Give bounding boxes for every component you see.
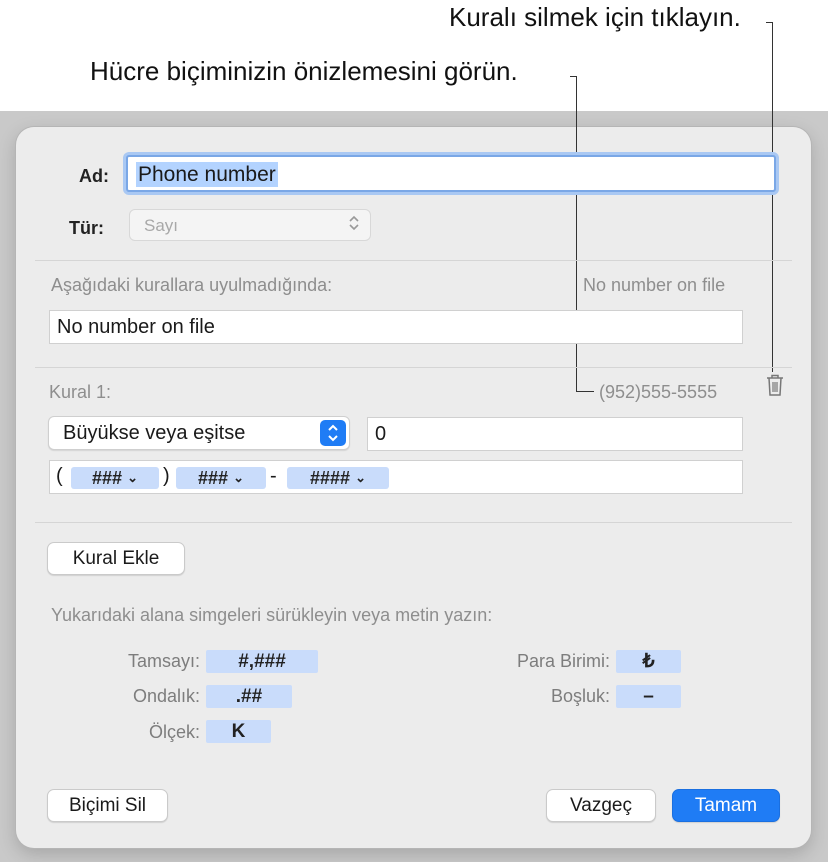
format-dash: -	[270, 465, 277, 487]
chevron-down-icon: ⌄	[355, 470, 366, 485]
scale-token[interactable]: K	[206, 720, 271, 743]
section-divider	[35, 260, 792, 261]
decimal-token[interactable]: .##	[206, 685, 292, 708]
format-token-area[interactable]: ### ⌄	[71, 467, 159, 489]
ok-button[interactable]: Tamam	[672, 789, 780, 822]
space-label: Boşluk:	[550, 686, 610, 706]
currency-token[interactable]: ₺	[616, 650, 681, 673]
preview-callout: Hücre biçiminizin önizlemesini görün.	[90, 56, 518, 86]
format-token-label: ####	[310, 468, 351, 488]
rule-1-label: Kural 1:	[49, 382, 112, 402]
chevron-down-icon: ⌄	[233, 470, 244, 485]
name-label: Ad:	[79, 166, 109, 186]
rule-condition-value: Büyükse veya eşitse	[63, 422, 246, 444]
section-divider	[35, 367, 792, 368]
symbols-hint: Yukarıdaki alana simgeleri sürükleyin ve…	[51, 605, 493, 625]
add-rule-button[interactable]: Kural Ekle	[47, 542, 185, 575]
fallback-label: Aşağıdaki kurallara uyulmadığında:	[51, 275, 333, 295]
format-token-prefix[interactable]: ### ⌄	[176, 467, 266, 489]
name-field[interactable]: Phone number	[126, 155, 776, 192]
up-down-chevron-icon	[320, 420, 346, 446]
integer-label: Tamsayı:	[127, 651, 200, 671]
format-token-label: ###	[198, 468, 229, 488]
rule-condition-popup[interactable]: Büyükse veya eşitse	[48, 416, 350, 450]
currency-label: Para Birimi:	[516, 651, 610, 671]
rule-1-preview: (952)555-5555	[599, 382, 718, 402]
cancel-button[interactable]: Vazgeç	[546, 789, 656, 822]
delete-callout-leader-tick	[766, 22, 773, 23]
rule-condition-number: 0	[375, 423, 387, 445]
section-divider	[35, 522, 792, 523]
type-label: Tür:	[69, 218, 104, 238]
integer-token[interactable]: #,###	[206, 650, 318, 673]
chevron-down-icon: ⌄	[127, 470, 138, 485]
fallback-text-value: No number on file	[57, 316, 215, 338]
format-token-label: ###	[92, 468, 123, 488]
scale-label: Ölçek:	[148, 722, 200, 742]
preview-callout-leader-foot	[576, 391, 594, 392]
trash-icon[interactable]	[765, 373, 785, 402]
format-open-paren: (	[56, 465, 63, 487]
fallback-preview: No number on file	[583, 275, 726, 295]
preview-callout-leader	[576, 76, 577, 392]
format-token-line[interactable]: #### ⌄	[287, 467, 389, 489]
rule-condition-value-field[interactable]: 0	[367, 417, 743, 451]
type-popup[interactable]: Sayı	[129, 209, 371, 241]
delete-callout-leader	[772, 22, 773, 372]
name-field-value: Phone number	[136, 162, 278, 187]
type-popup-value: Sayı	[144, 216, 179, 235]
format-close-paren: )	[163, 465, 170, 487]
space-token[interactable]: –	[616, 685, 681, 708]
decimal-label: Ondalık:	[132, 686, 200, 706]
fallback-text-field[interactable]: No number on file	[49, 310, 743, 344]
clear-format-button[interactable]: Biçimi Sil	[47, 789, 168, 822]
delete-rule-callout: Kuralı silmek için tıklayın.	[449, 2, 741, 32]
preview-callout-leader-tick	[570, 76, 577, 77]
up-down-chevron-icon	[348, 214, 360, 233]
